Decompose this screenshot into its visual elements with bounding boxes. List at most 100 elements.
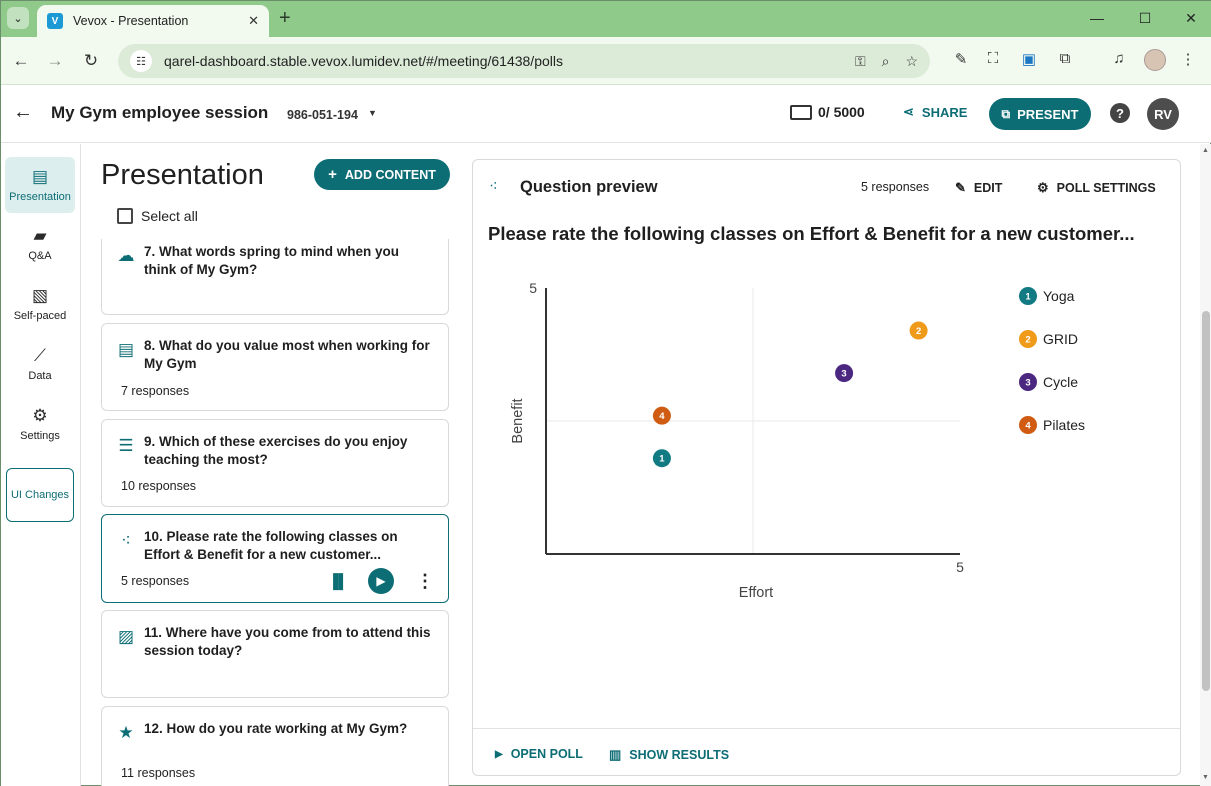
scatter-chart: 5 5 Effort Benefit 1 1 Yoga 2 2 GRID 3 3 Cycle 4 4 Pila… xyxy=(510,280,1085,601)
poll-settings-button[interactable]: ⚙ POLL SETTINGS xyxy=(1037,180,1156,196)
poll-card-title: 7. What words spring to mind when you th… xyxy=(144,244,400,277)
add-content-button[interactable]: + ADD CONTENT xyxy=(314,159,450,190)
user-avatar[interactable]: RV xyxy=(1147,98,1179,130)
scroll-down-icon[interactable]: ▼ xyxy=(1202,774,1209,781)
presentation-heading: Presentation xyxy=(101,159,264,191)
data-point-label: 4 xyxy=(659,411,665,422)
tab-title: Vevox - Presentation xyxy=(73,14,189,28)
extension-pen-icon[interactable]: ✎ xyxy=(949,50,973,68)
poll-card-responses: 7 responses xyxy=(121,384,190,398)
screenshot-icon[interactable]: ⛶ xyxy=(981,50,1005,67)
edit-button[interactable]: ✎ EDIT xyxy=(955,180,1002,196)
poll-card-responses: 10 responses xyxy=(121,479,197,493)
reload-icon[interactable]: ↻ xyxy=(79,49,103,73)
poll-card[interactable]: ★ 12. How do you rate working at My Gym?… xyxy=(101,706,449,786)
cloud-icon: ☁ xyxy=(117,246,135,265)
devices-counter: 0/ 5000 xyxy=(790,104,865,120)
nav-label: Self-paced xyxy=(13,309,67,322)
poll-card[interactable]: ▤ 8. What do you value most when working… xyxy=(101,323,449,411)
caret-down-icon[interactable]: ▼ xyxy=(368,108,377,118)
zoom-icon[interactable]: ⌕ xyxy=(882,53,890,70)
gear-icon: ⚙ xyxy=(32,405,48,425)
nav-item-presentation[interactable]: ▤ Presentation xyxy=(5,157,75,213)
show-results-label: SHOW RESULTS xyxy=(629,748,730,762)
poll-card-responses: 5 responses xyxy=(121,574,190,588)
maximize-icon[interactable]: ☐ xyxy=(1125,7,1165,29)
nav-item-data[interactable]: ⟋ Data xyxy=(5,336,75,392)
close-icon[interactable]: ✕ xyxy=(248,13,259,29)
session-title: My Gym employee session xyxy=(51,103,269,122)
back-arrow-icon[interactable]: ← xyxy=(13,101,33,124)
menu-icon[interactable]: ⋮ xyxy=(1176,50,1200,68)
presentation-icon: ▤ xyxy=(31,166,49,186)
edit-label: EDIT xyxy=(973,181,1003,195)
nav-item-settings[interactable]: ⚙ Settings xyxy=(5,396,75,452)
show-results-button[interactable]: ▥ SHOW RESULTS xyxy=(609,747,729,763)
nav-item-qa[interactable]: ▰ Q&A xyxy=(5,216,75,272)
legend-marker-number: 1 xyxy=(1025,292,1031,303)
nav-label: Presentation xyxy=(9,190,71,203)
poll-card[interactable]: ▨ 11. Where have you come from to attend… xyxy=(101,610,449,698)
session-code[interactable]: 986-051-194 xyxy=(287,108,358,122)
nav-item-self-paced[interactable]: ▧ Self-paced xyxy=(5,276,75,332)
share-icon: ⋖ xyxy=(903,104,914,119)
page-scrollbar[interactable]: ▲ ▼ xyxy=(1200,144,1211,786)
star-icon: ★ xyxy=(118,723,134,742)
open-external-icon: ⧉ xyxy=(1001,106,1011,121)
preview-responses: 5 responses xyxy=(861,180,930,194)
save-icon[interactable]: ▣ xyxy=(1017,50,1041,68)
ui-changes-button[interactable]: UI Changes xyxy=(6,468,74,522)
x-max-tick-label: 5 xyxy=(956,559,964,575)
play-icon[interactable]: ▶ xyxy=(368,568,394,594)
select-all[interactable]: Select all xyxy=(117,208,198,224)
data-point-label: 1 xyxy=(659,454,665,465)
media-icon[interactable]: ♫ xyxy=(1107,50,1131,67)
poll-card-selected[interactable]: ⁖ 10. Please rate the following classes … xyxy=(101,514,449,603)
forward-icon[interactable]: → xyxy=(43,49,67,73)
y-axis-label: Benefit xyxy=(510,398,526,443)
browser-tab[interactable]: V Vevox - Presentation ✕ xyxy=(37,5,269,37)
url-text[interactable]: qarel-dashboard.stable.vevox.lumidev.net… xyxy=(164,53,839,69)
more-options-icon[interactable]: ⋮ xyxy=(416,571,434,592)
star-icon[interactable]: ☆ xyxy=(905,53,918,70)
open-poll-button[interactable]: ▶ OPEN POLL xyxy=(495,747,583,761)
results-bars-icon[interactable]: ▐▌ xyxy=(328,573,348,589)
nav-label: Data xyxy=(28,369,52,382)
data-point-label: 2 xyxy=(916,326,921,337)
legend-entry-pilates: Pilates xyxy=(1043,417,1085,433)
vevox-favicon-icon: V xyxy=(47,13,63,29)
new-tab-button[interactable]: + xyxy=(279,7,291,29)
back-icon[interactable]: ← xyxy=(9,49,33,73)
present-button[interactable]: ⧉ PRESENT xyxy=(989,98,1091,130)
poll-card-title: 9. Which of these exercises do you enjoy… xyxy=(144,434,408,467)
legend-marker-number: 4 xyxy=(1025,421,1031,432)
tab-search-button[interactable]: ⌄ xyxy=(7,7,29,29)
scatter-icon: ⁖ xyxy=(489,178,498,195)
browser-tabbar: ⌄ V Vevox - Presentation ✕ + — ☐ ✕ xyxy=(1,1,1211,37)
present-label: PRESENT xyxy=(1017,106,1079,122)
key-icon[interactable]: ⚿ xyxy=(855,53,866,70)
devices-icon xyxy=(790,104,812,120)
question-preview: ⁖ Question preview 5 responses ✎ EDIT ⚙ … xyxy=(472,159,1181,776)
poll-list: ☁ 7. What words spring to mind when you … xyxy=(100,239,452,786)
select-all-checkbox[interactable] xyxy=(117,208,133,224)
extensions-icon[interactable]: ⧉ xyxy=(1053,50,1077,67)
address-bar[interactable]: ☷ qarel-dashboard.stable.vevox.lumidev.n… xyxy=(118,44,930,78)
share-button[interactable]: ⋖ SHARE xyxy=(903,104,967,120)
profile-avatar[interactable] xyxy=(1144,49,1166,71)
poll-card[interactable]: ☁ 7. What words spring to mind when you … xyxy=(101,239,449,315)
scroll-up-icon[interactable]: ▲ xyxy=(1202,147,1209,154)
poll-settings-label: POLL SETTINGS xyxy=(1056,181,1156,195)
share-label: SHARE xyxy=(921,104,968,120)
app-header: ← My Gym employee session 986-051-194 ▼ … xyxy=(1,85,1211,143)
site-info-icon[interactable]: ☷ xyxy=(130,50,152,72)
window-close-icon[interactable]: ✕ xyxy=(1171,7,1211,29)
minimize-icon[interactable]: — xyxy=(1077,7,1117,29)
image-icon: ▨ xyxy=(117,627,135,646)
poll-card[interactable]: ☰ 9. Which of these exercises do you enj… xyxy=(101,419,449,507)
nav-label: Q&A xyxy=(28,249,52,262)
devices-count: 0/ 5000 xyxy=(818,104,865,120)
legend-entry-yoga: Yoga xyxy=(1043,288,1075,304)
help-icon[interactable]: ? xyxy=(1110,103,1130,123)
scrollbar-thumb[interactable] xyxy=(1202,311,1210,691)
